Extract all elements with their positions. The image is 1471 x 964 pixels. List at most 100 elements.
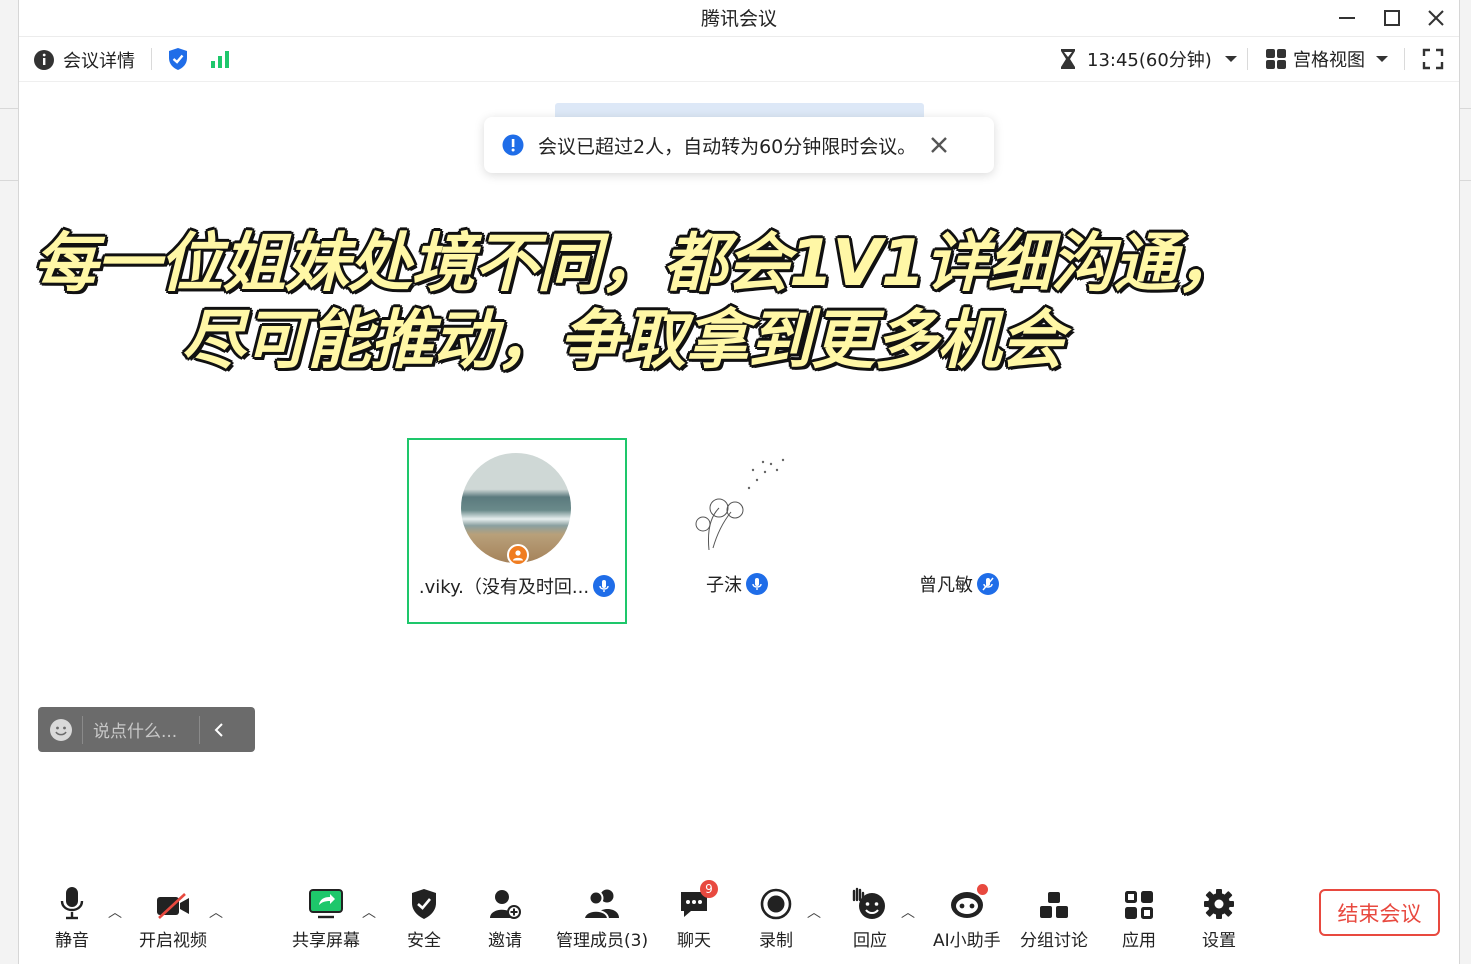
microphone-muted-icon <box>982 577 994 591</box>
collapse-chat-button[interactable] <box>214 722 224 737</box>
network-signal-button[interactable] <box>209 47 231 71</box>
audio-options-caret[interactable]: ︿ <box>108 902 122 922</box>
info-icon <box>34 50 54 70</box>
participant-name: 曾凡敏 <box>919 575 973 596</box>
apps-button[interactable]: 应用 <box>1122 880 1156 951</box>
notification-text: 会议已超过2人，自动转为60分钟限时会议。 <box>538 135 917 158</box>
minimize-button[interactable] <box>1334 5 1360 31</box>
grid-view-icon <box>1266 49 1286 69</box>
security-status-button[interactable] <box>167 47 189 71</box>
divider <box>1404 48 1405 70</box>
user-icon <box>513 550 523 561</box>
raise-hand-icon <box>852 887 885 919</box>
participant-tile[interactable]: .viky.（没有及时回... <box>407 438 627 624</box>
title-bar: 腾讯会议 <box>19 0 1459 37</box>
record-button[interactable]: 录制 <box>759 880 793 951</box>
view-mode-button[interactable]: 宫格视图 <box>1265 47 1389 71</box>
reactions-button[interactable]: 回应 <box>852 880 888 951</box>
participant-name-row: 曾凡敏 <box>849 571 1069 597</box>
notification-dot <box>976 884 988 895</box>
breakout-rooms-label: 分组讨论 <box>1020 931 1088 951</box>
participant-tile[interactable]: 子沫 <box>627 438 847 624</box>
divider <box>199 715 200 744</box>
breakout-icon <box>1040 892 1068 918</box>
emoji-icon[interactable] <box>49 718 73 742</box>
apps-label: 应用 <box>1122 931 1156 951</box>
maximize-icon <box>1384 10 1400 26</box>
participant-tile[interactable]: 曾凡敏 <box>849 438 1069 624</box>
reactions-options-caret[interactable]: ︿ <box>901 902 915 922</box>
fullscreen-button[interactable] <box>1422 47 1444 71</box>
ai-assistant-label: AI小助手 <box>933 931 1001 951</box>
shield-check-icon <box>169 48 187 70</box>
participant-name: .viky.（没有及时回... <box>418 577 590 598</box>
invite-label: 邀请 <box>488 931 522 951</box>
participant-name-row: 子沫 <box>627 571 847 597</box>
record-icon <box>760 888 792 920</box>
chat-quick-input[interactable]: 说点什么... <box>38 707 255 752</box>
mic-status <box>977 573 999 595</box>
fullscreen-icon <box>1422 48 1444 70</box>
minimize-icon <box>1339 17 1355 19</box>
meeting-timer[interactable]: 13:45(60分钟) <box>1059 47 1238 71</box>
close-window-button[interactable] <box>1423 5 1449 31</box>
reactions-label: 回应 <box>853 931 887 951</box>
chat-label: 聊天 <box>677 931 711 951</box>
meeting-details-button[interactable]: 会议详情 <box>33 48 135 72</box>
security-label: 安全 <box>407 931 441 951</box>
divider <box>1247 48 1248 70</box>
unread-badge: 9 <box>700 880 718 898</box>
meeting-details-label: 会议详情 <box>63 51 135 72</box>
microphone-icon <box>60 887 84 920</box>
manage-members-button[interactable]: 管理成员(3) <box>556 880 648 951</box>
signal-icon <box>211 51 229 68</box>
close-icon <box>1428 10 1444 26</box>
chevron-down-icon <box>1376 56 1388 62</box>
start-video-button[interactable]: 开启视频 <box>139 880 207 951</box>
chat-button[interactable]: 9 聊天 <box>677 880 718 951</box>
ai-assistant-button[interactable]: AI小助手 <box>933 880 1001 951</box>
limit-notification: 会议已超过2人，自动转为60分钟限时会议。 <box>484 117 994 173</box>
breakout-rooms-button[interactable]: 分组讨论 <box>1020 880 1088 951</box>
avatar-dandelion-icon <box>695 458 785 551</box>
maximize-button[interactable] <box>1379 5 1405 31</box>
divider <box>82 715 83 744</box>
timer-text: 13:45(60分钟) <box>1087 50 1212 71</box>
shield-check-icon <box>412 889 436 919</box>
share-options-caret[interactable]: ︿ <box>362 902 376 922</box>
mic-status <box>746 573 768 595</box>
record-label: 录制 <box>759 931 793 951</box>
meeting-window: 腾讯会议 会议详情 13:45(60分钟) 宫格视图 会议已超过2人，自动转为6… <box>18 0 1460 964</box>
apps-grid-icon <box>1125 891 1153 919</box>
mute-button[interactable]: 静音 <box>55 880 89 951</box>
microphone-icon <box>752 578 762 590</box>
chat-placeholder[interactable]: 说点什么... <box>93 717 199 742</box>
window-title: 腾讯会议 <box>700 8 777 30</box>
chevron-left-icon <box>214 722 223 737</box>
members-icon <box>583 889 620 920</box>
add-user-icon <box>490 890 521 919</box>
view-mode-label: 宫格视图 <box>1293 50 1365 71</box>
end-meeting-button[interactable]: 结束会议 <box>1319 889 1440 936</box>
microphone-icon <box>599 580 609 592</box>
security-button[interactable]: 安全 <box>407 880 441 951</box>
settings-button[interactable]: 设置 <box>1202 880 1236 951</box>
video-options-caret[interactable]: ︿ <box>209 902 223 922</box>
start-video-label: 开启视频 <box>139 931 207 951</box>
divider <box>151 48 152 70</box>
record-options-caret[interactable]: ︿ <box>807 902 821 922</box>
mic-status <box>593 575 616 597</box>
invite-button[interactable]: 邀请 <box>488 880 522 951</box>
overlay-caption-line2: 尽可能推动，争取拿到更多机会 <box>181 304 1064 378</box>
info-bar: 会议详情 <box>19 38 1459 82</box>
gear-icon <box>1204 889 1234 919</box>
participant-name-row: .viky.（没有及时回... <box>409 573 625 599</box>
host-badge <box>507 544 529 566</box>
alert-icon <box>502 134 524 156</box>
dismiss-notification-button[interactable] <box>930 136 948 154</box>
share-screen-button[interactable]: 共享屏幕 <box>292 880 360 951</box>
share-screen-label: 共享屏幕 <box>292 931 360 951</box>
close-icon <box>931 137 948 153</box>
participant-name: 子沫 <box>706 575 742 596</box>
manage-members-label: 管理成员(3) <box>556 931 649 951</box>
